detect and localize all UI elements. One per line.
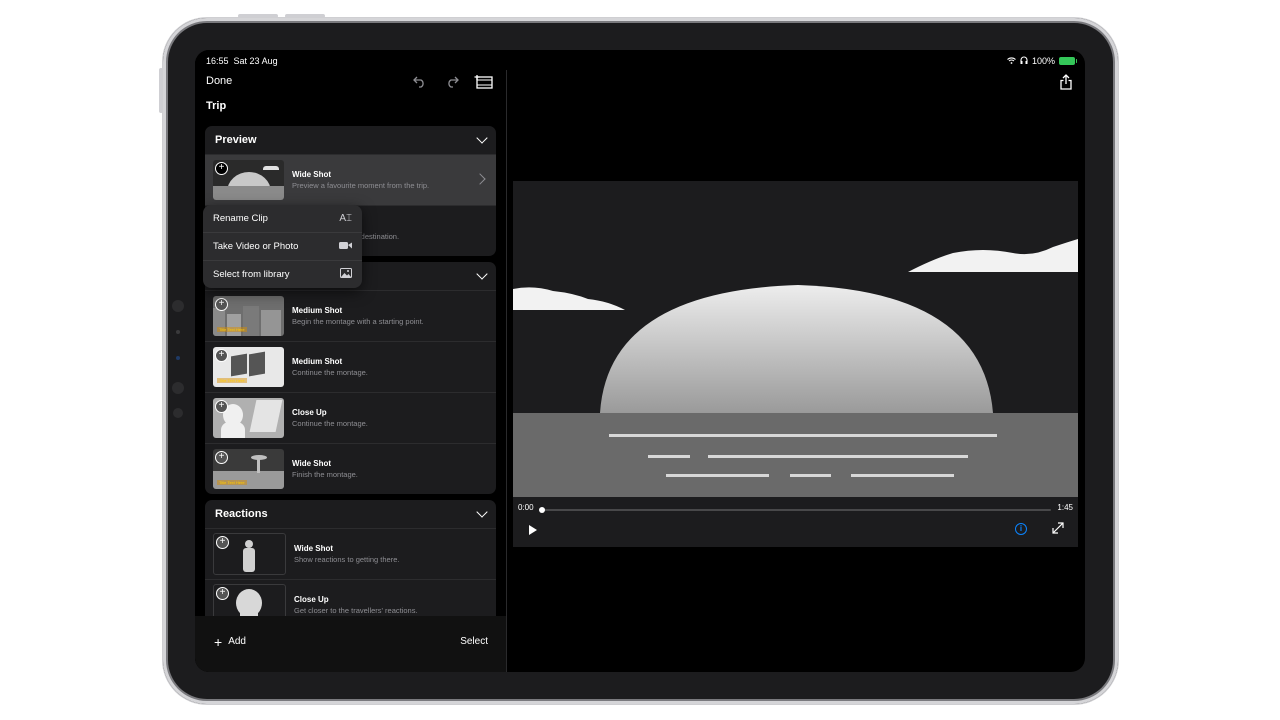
menu-item-rename-clip[interactable]: Rename Clip A⌶	[203, 205, 362, 232]
shot-thumbnail: +	[213, 160, 284, 200]
section-header-preview[interactable]: Preview	[205, 126, 496, 154]
shot-description: Show reactions to getting there.	[294, 555, 400, 564]
add-media-icon[interactable]: +	[215, 162, 228, 175]
headphones-icon	[1020, 56, 1028, 66]
shot-thumbnail: + Title Text Here	[213, 347, 284, 387]
info-icon[interactable]: i	[1015, 523, 1027, 535]
scrubber-knob[interactable]	[539, 507, 545, 513]
add-media-icon[interactable]: +	[215, 298, 228, 311]
add-media-icon[interactable]: +	[216, 536, 229, 549]
shot-description: Get closer to the travellers' reactions.	[294, 606, 418, 615]
shot-name: Medium Shot	[292, 357, 343, 366]
bottom-toolbar: + Add Select	[195, 616, 506, 672]
shot-row[interactable]: + Title Text Here Medium Shot Begin the …	[205, 290, 496, 341]
add-button[interactable]: + Add	[214, 633, 246, 650]
shot-description: Finish the montage.	[292, 470, 358, 479]
scrubber-track[interactable]	[539, 507, 1051, 513]
menu-item-select-library[interactable]: Select from library	[203, 260, 362, 288]
chevron-down-icon[interactable]	[476, 132, 488, 144]
shot-row[interactable]: + Wide Shot Show reactions to getting th…	[205, 528, 496, 579]
player-controls: 0:00 1:45 i	[513, 497, 1078, 547]
shot-row[interactable]: + Close Up Continue the montage.	[205, 392, 496, 443]
shot-thumbnail: + Title Text Here	[213, 449, 284, 489]
shot-description: Continue the montage.	[292, 419, 368, 428]
storyboard-panel: 16:55 Sat 23 Aug Done Trip Preview + Wid…	[195, 50, 506, 672]
shot-name: Wide Shot	[292, 170, 332, 179]
shot-row[interactable]: + Wide Shot Preview a favourite moment f…	[205, 154, 496, 205]
shot-thumbnail: +	[213, 533, 286, 575]
select-button[interactable]: Select	[460, 636, 488, 647]
camera-icon	[339, 241, 352, 253]
add-label: Add	[228, 636, 246, 647]
menu-item-take-video[interactable]: Take Video or Photo	[203, 232, 362, 260]
chevron-right-icon[interactable]	[474, 173, 486, 185]
fullscreen-icon[interactable]	[1052, 522, 1064, 537]
add-media-icon[interactable]: +	[215, 349, 228, 362]
shot-row[interactable]: + Title Text Here Medium Shot Continue t…	[205, 341, 496, 392]
shot-row[interactable]: + Title Text Here Wide Shot Finish the m…	[205, 443, 496, 494]
video-player: 0:00 1:45 i	[513, 181, 1078, 547]
share-icon[interactable]	[1059, 74, 1073, 90]
shot-description: Begin the montage with a starting point.	[292, 317, 424, 326]
battery-icon	[1059, 57, 1077, 65]
section-title: Reactions	[215, 508, 268, 520]
chevron-down-icon[interactable]	[476, 268, 488, 280]
panel-divider[interactable]	[506, 70, 507, 672]
shot-name: Wide Shot	[294, 544, 334, 553]
shot-thumbnail: + Title Text Here	[213, 296, 284, 336]
section-reactions: Reactions + Wide Shot Show reactions to …	[205, 500, 496, 626]
add-clip-icon[interactable]	[474, 73, 494, 91]
redo-icon[interactable]	[442, 73, 462, 91]
title-text-tag: Title Text Here	[217, 327, 247, 332]
current-time: 0:00	[518, 503, 534, 512]
shot-description: Continue the montage.	[292, 368, 368, 377]
section-title: Preview	[215, 134, 257, 146]
chevron-down-icon[interactable]	[476, 506, 488, 518]
shot-name: Close Up	[292, 408, 327, 417]
menu-item-label: Select from library	[213, 269, 290, 280]
title-text-tag: Title Text Here	[217, 378, 247, 383]
rename-icon: A⌶	[339, 213, 352, 224]
add-media-icon[interactable]: +	[215, 451, 228, 464]
shot-name: Wide Shot	[292, 459, 332, 468]
title-text-tag: Title Text Here	[217, 480, 247, 485]
photo-icon	[340, 268, 352, 281]
status-indicators: 100%	[1007, 56, 1077, 66]
shot-name: Medium Shot	[292, 306, 343, 315]
undo-icon[interactable]	[410, 73, 430, 91]
duration: 1:45	[1057, 503, 1073, 512]
menu-item-label: Rename Clip	[213, 213, 268, 224]
shot-thumbnail: +	[213, 398, 284, 438]
edit-toolbar	[410, 73, 494, 91]
section-header-reactions[interactable]: Reactions	[205, 500, 496, 528]
shot-list: Preview + Wide Shot Preview a favourite …	[205, 126, 496, 626]
menu-item-label: Take Video or Photo	[213, 241, 299, 252]
status-time: 16:55 Sat 23 Aug	[206, 56, 278, 66]
plus-icon: +	[214, 633, 223, 650]
shot-name: Close Up	[294, 595, 329, 604]
battery-percent: 100%	[1031, 56, 1055, 66]
project-title: Trip	[206, 100, 227, 112]
add-media-icon[interactable]: +	[215, 400, 228, 413]
shot-description: Preview a favourite moment from the trip…	[292, 181, 430, 190]
clip-context-menu: Rename Clip A⌶ Take Video or Photo Selec…	[203, 205, 362, 288]
done-button[interactable]: Done	[206, 75, 232, 87]
camera-dots	[172, 300, 184, 418]
preview-scene	[513, 181, 1078, 497]
section-montage: + Title Text Here Medium Shot Begin the …	[205, 262, 496, 494]
play-icon[interactable]	[529, 525, 537, 535]
add-media-icon[interactable]: +	[216, 587, 229, 600]
wifi-icon	[1007, 56, 1016, 66]
screen: 16:55 Sat 23 Aug Done Trip Preview + Wid…	[195, 50, 1085, 672]
